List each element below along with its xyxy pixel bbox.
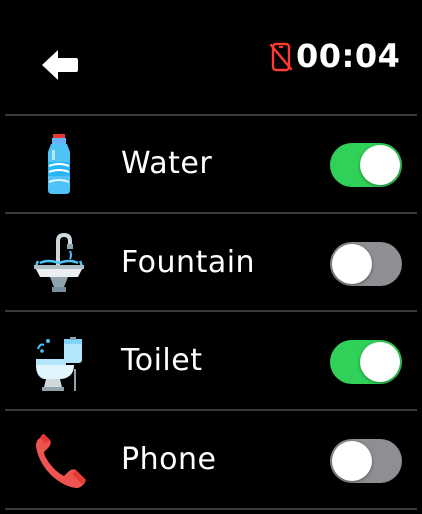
toggle-knob xyxy=(360,145,400,185)
list-item-fountain: Fountain xyxy=(0,215,422,311)
divider xyxy=(5,212,417,214)
list-item-phone: Phone xyxy=(0,412,422,508)
water-toggle[interactable] xyxy=(330,143,402,187)
phone-icon xyxy=(36,434,86,488)
toilet-icon xyxy=(36,337,82,391)
item-label: Toilet xyxy=(121,343,203,378)
fountain-icon xyxy=(34,232,84,292)
toilet-toggle[interactable] xyxy=(330,340,402,384)
list-item-toilet: Toilet xyxy=(0,313,422,409)
phone-toggle[interactable] xyxy=(330,439,402,483)
toggle-knob xyxy=(360,342,400,382)
back-arrow-icon xyxy=(42,50,78,80)
water-bottle-icon xyxy=(48,134,70,194)
phone-disconnected-icon xyxy=(269,42,293,72)
fountain-toggle[interactable] xyxy=(330,242,402,286)
divider xyxy=(5,409,417,411)
back-button[interactable] xyxy=(38,47,82,83)
divider xyxy=(5,508,417,510)
item-label: Fountain xyxy=(121,245,256,280)
toggle-knob xyxy=(332,244,372,284)
status-bar: 00:04 xyxy=(0,0,422,112)
item-label: Water xyxy=(121,146,213,181)
clock-time: 00:04 xyxy=(296,37,401,75)
item-label: Phone xyxy=(121,442,217,477)
toggle-knob xyxy=(332,441,372,481)
divider xyxy=(5,310,417,312)
list-item-water: Water xyxy=(0,116,422,212)
